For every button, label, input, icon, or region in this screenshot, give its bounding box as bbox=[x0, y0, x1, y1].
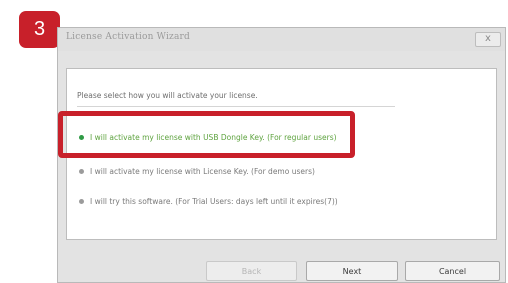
next-button-label: Next bbox=[342, 266, 362, 276]
highlight-box bbox=[58, 111, 355, 158]
activation-prompt: Please select how you will activate your… bbox=[77, 91, 258, 100]
back-button-label: Back bbox=[241, 266, 262, 276]
option-license-key[interactable]: I will activate my license with License … bbox=[79, 167, 315, 176]
option-trial-label: I will try this software. (For Trial Use… bbox=[90, 197, 338, 206]
radio-icon[interactable] bbox=[79, 199, 84, 204]
option-license-key-label: I will activate my license with License … bbox=[90, 167, 315, 176]
radio-icon[interactable] bbox=[79, 169, 84, 174]
dialog-title: License Activation Wizard bbox=[66, 32, 191, 42]
close-icon: x bbox=[485, 33, 491, 44]
step-number: 3 bbox=[33, 18, 46, 40]
next-button[interactable]: Next bbox=[306, 261, 398, 281]
cancel-button[interactable]: Cancel bbox=[405, 261, 500, 281]
step-number-badge: 3 bbox=[19, 11, 60, 48]
dialog-titlebar: License Activation Wizard x bbox=[58, 28, 505, 51]
back-button[interactable]: Back bbox=[206, 261, 297, 281]
option-trial[interactable]: I will try this software. (For Trial Use… bbox=[79, 197, 338, 206]
cancel-button-label: Cancel bbox=[438, 266, 467, 276]
prompt-divider bbox=[77, 106, 395, 107]
close-button[interactable]: x bbox=[475, 32, 501, 47]
